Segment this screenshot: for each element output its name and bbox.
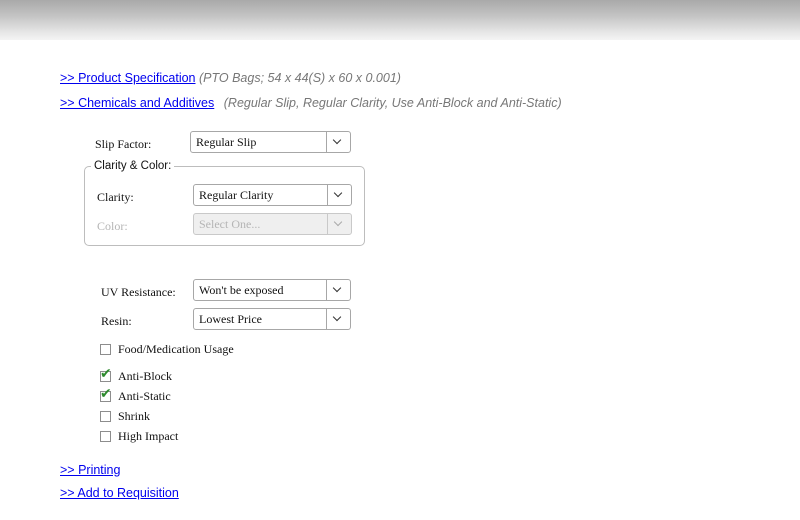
anti-block-checkbox[interactable]: ✔ — [100, 367, 112, 382]
color-placeholder: Select One... — [199, 217, 261, 231]
color-select[interactable]: Select One... — [193, 213, 352, 235]
chevron-down-icon — [326, 132, 350, 152]
chemicals-row: >> Chemicals and Additives (Regular Slip… — [60, 96, 562, 110]
printing-link[interactable]: >> Printing — [60, 463, 120, 477]
clarity-value: Regular Clarity — [199, 188, 274, 202]
shrink-checkbox[interactable] — [100, 411, 111, 422]
color-label: Color: — [97, 219, 128, 233]
high-impact-label: High Impact — [118, 429, 179, 443]
slip-factor-value: Regular Slip — [196, 135, 257, 149]
chevron-down-icon — [326, 280, 350, 300]
product-spec-summary: (PTO Bags; 54 x 44(S) x 60 x 0.001) — [198, 71, 401, 85]
anti-block-label: Anti-Block — [118, 369, 172, 383]
high-impact-checkbox[interactable] — [100, 431, 111, 442]
chevron-down-icon — [326, 309, 350, 329]
uv-resistance-select[interactable]: Won't be exposed — [193, 279, 351, 301]
chevron-down-icon — [327, 214, 351, 234]
top-header-bar — [0, 0, 800, 40]
uv-resistance-value: Won't be exposed — [199, 283, 284, 297]
shrink-label: Shrink — [118, 409, 151, 423]
resin-select[interactable]: Lowest Price — [193, 308, 351, 330]
add-to-requisition-link[interactable]: >> Add to Requisition — [60, 486, 179, 500]
clarity-label: Clarity: — [97, 190, 134, 204]
chemicals-summary: (Regular Slip, Regular Clarity, Use Anti… — [223, 96, 562, 110]
checkmark-icon: ✔ — [100, 386, 112, 402]
resin-label: Resin: — [101, 314, 132, 328]
slip-factor-label: Slip Factor: — [95, 137, 152, 151]
anti-static-label: Anti-Static — [118, 389, 171, 403]
food-medication-checkbox[interactable] — [100, 344, 111, 355]
clarity-select[interactable]: Regular Clarity — [193, 184, 352, 206]
food-medication-label: Food/Medication Usage — [118, 342, 234, 356]
product-specification-link[interactable]: >> Product Specification — [60, 71, 196, 85]
anti-static-checkbox[interactable]: ✔ — [100, 387, 112, 402]
slip-factor-select[interactable]: Regular Slip — [190, 131, 351, 153]
clarity-color-legend: Clarity & Color: — [94, 160, 172, 172]
chevron-down-icon — [327, 185, 351, 205]
uv-resistance-label: UV Resistance: — [101, 285, 176, 299]
requisition-row: >> Add to Requisition — [60, 486, 179, 500]
chemicals-additives-link[interactable]: >> Chemicals and Additives — [60, 96, 214, 110]
product-spec-row: >> Product Specification (PTO Bags; 54 x… — [60, 71, 401, 85]
resin-value: Lowest Price — [199, 312, 262, 326]
printing-row: >> Printing — [60, 463, 120, 477]
checkmark-icon: ✔ — [100, 366, 112, 382]
